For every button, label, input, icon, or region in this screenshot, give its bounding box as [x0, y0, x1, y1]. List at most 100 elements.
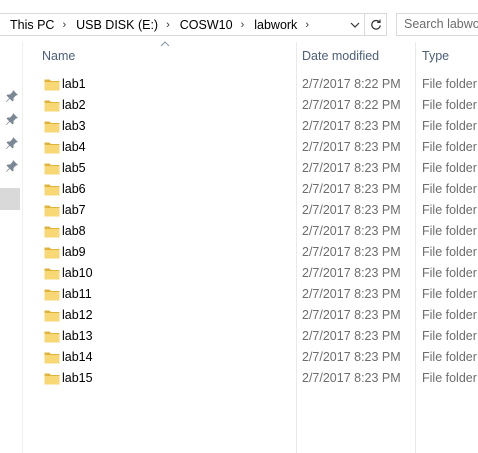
pin-icon[interactable] [5, 159, 19, 173]
date-modified: 2/7/2017 8:23 PM [302, 224, 401, 238]
folder-icon [44, 79, 60, 91]
file-name: lab12 [62, 308, 93, 322]
date-modified: 2/7/2017 8:23 PM [302, 371, 401, 385]
file-type: File folder [422, 350, 477, 364]
pin-icon[interactable] [5, 112, 19, 126]
folder-icon [44, 163, 60, 175]
date-modified: 2/7/2017 8:23 PM [302, 182, 401, 196]
folder-icon [44, 373, 60, 385]
file-name: lab11 [62, 287, 92, 301]
file-name: lab6 [62, 182, 86, 196]
date-modified: 2/7/2017 8:22 PM [302, 77, 401, 91]
folder-icon [44, 247, 60, 259]
file-type: File folder [422, 98, 477, 112]
file-type: File folder [422, 203, 477, 217]
file-list: lab1 2/7/2017 8:22 PM File folder lab2 2/7/2… [36, 74, 478, 389]
file-type: File folder [422, 182, 477, 196]
date-modified: 2/7/2017 8:22 PM [302, 98, 401, 112]
table-row[interactable]: lab3 2/7/2017 8:23 PM File folder [36, 116, 478, 137]
address-bar-row: This PC › USB DISK (E:) › COSW10 › labwo… [0, 0, 478, 42]
table-row[interactable]: lab5 2/7/2017 8:23 PM File folder [36, 158, 478, 179]
address-dropdown-button[interactable] [346, 13, 364, 36]
file-name: lab1 [62, 77, 86, 91]
breadcrumb-chevron-icon[interactable]: › [233, 19, 245, 31]
file-type: File folder [422, 287, 477, 301]
file-type: File folder [422, 224, 477, 238]
table-row[interactable]: lab13 2/7/2017 8:23 PM File folder [36, 326, 478, 347]
folder-icon [44, 142, 60, 154]
folder-icon [44, 310, 60, 322]
file-type: File folder [422, 119, 477, 133]
file-name: lab3 [62, 119, 86, 133]
breadcrumb-cosw10[interactable]: COSW10 [170, 18, 233, 32]
pin-icon[interactable] [5, 136, 19, 150]
table-row[interactable]: lab15 2/7/2017 8:23 PM File folder [36, 368, 478, 389]
refresh-icon [370, 19, 381, 30]
date-modified: 2/7/2017 8:23 PM [302, 287, 401, 301]
file-type: File folder [422, 308, 477, 322]
file-type: File folder [422, 161, 477, 175]
file-type: File folder [422, 245, 477, 259]
table-row[interactable]: lab9 2/7/2017 8:23 PM File folder [36, 242, 478, 263]
table-row[interactable]: lab12 2/7/2017 8:23 PM File folder [36, 305, 478, 326]
table-row[interactable]: lab11 2/7/2017 8:23 PM File folder [36, 284, 478, 305]
table-row[interactable]: lab1 2/7/2017 8:22 PM File folder [36, 74, 478, 95]
breadcrumb-this-pc[interactable]: This PC [0, 18, 54, 32]
chevron-down-icon [350, 22, 360, 28]
breadcrumb-usb-disk[interactable]: USB DISK (E:) [66, 18, 158, 32]
table-row[interactable]: lab6 2/7/2017 8:23 PM File folder [36, 179, 478, 200]
table-row[interactable]: lab4 2/7/2017 8:23 PM File folder [36, 137, 478, 158]
nav-selected-item[interactable] [0, 188, 20, 210]
column-header-date-modified[interactable]: Date modified [296, 42, 416, 70]
file-name: lab10 [62, 266, 93, 280]
folder-icon [44, 184, 60, 196]
pin-icon[interactable] [5, 89, 19, 103]
column-header-type[interactable]: Type [416, 42, 478, 70]
file-name: lab9 [62, 245, 86, 259]
date-modified: 2/7/2017 8:23 PM [302, 308, 401, 322]
folder-icon [44, 268, 60, 280]
breadcrumb-chevron-icon[interactable]: › [158, 19, 170, 31]
file-name: lab8 [62, 224, 86, 238]
folder-icon [44, 226, 60, 238]
file-type: File folder [422, 329, 477, 343]
date-modified: 2/7/2017 8:23 PM [302, 350, 401, 364]
search-input[interactable]: Search labwork [396, 13, 478, 36]
folder-icon [44, 289, 60, 301]
folder-icon [44, 121, 60, 133]
breadcrumb-chevron-icon[interactable]: › [297, 19, 309, 31]
table-row[interactable]: lab14 2/7/2017 8:23 PM File folder [36, 347, 478, 368]
navigation-pane [0, 42, 23, 453]
file-name: lab4 [62, 140, 86, 154]
file-name: lab15 [62, 371, 93, 385]
date-modified: 2/7/2017 8:23 PM [302, 119, 401, 133]
file-name: lab14 [62, 350, 93, 364]
file-name: lab5 [62, 161, 86, 175]
date-modified: 2/7/2017 8:23 PM [302, 140, 401, 154]
date-modified: 2/7/2017 8:23 PM [302, 161, 401, 175]
date-modified: 2/7/2017 8:23 PM [302, 266, 401, 280]
file-type: File folder [422, 77, 477, 91]
refresh-button[interactable] [364, 13, 386, 36]
table-row[interactable]: lab10 2/7/2017 8:23 PM File folder [36, 263, 478, 284]
table-row[interactable]: lab8 2/7/2017 8:23 PM File folder [36, 221, 478, 242]
date-modified: 2/7/2017 8:23 PM [302, 245, 401, 259]
file-name: lab2 [62, 98, 86, 112]
file-type: File folder [422, 266, 477, 280]
file-type: File folder [422, 140, 477, 154]
file-type: File folder [422, 371, 477, 385]
date-modified: 2/7/2017 8:23 PM [302, 203, 401, 217]
table-row[interactable]: lab2 2/7/2017 8:22 PM File folder [36, 95, 478, 116]
address-bar[interactable]: This PC › USB DISK (E:) › COSW10 › labwo… [0, 13, 387, 36]
file-name: lab7 [62, 203, 86, 217]
column-header-name[interactable]: Name [36, 42, 296, 70]
folder-icon [44, 352, 60, 364]
date-modified: 2/7/2017 8:23 PM [302, 329, 401, 343]
folder-icon [44, 331, 60, 343]
folder-icon [44, 205, 60, 217]
file-name: lab13 [62, 329, 93, 343]
folder-icon [44, 100, 60, 112]
breadcrumb-chevron-icon[interactable]: › [54, 19, 66, 31]
breadcrumb-labwork[interactable]: labwork [244, 18, 297, 32]
table-row[interactable]: lab7 2/7/2017 8:23 PM File folder [36, 200, 478, 221]
